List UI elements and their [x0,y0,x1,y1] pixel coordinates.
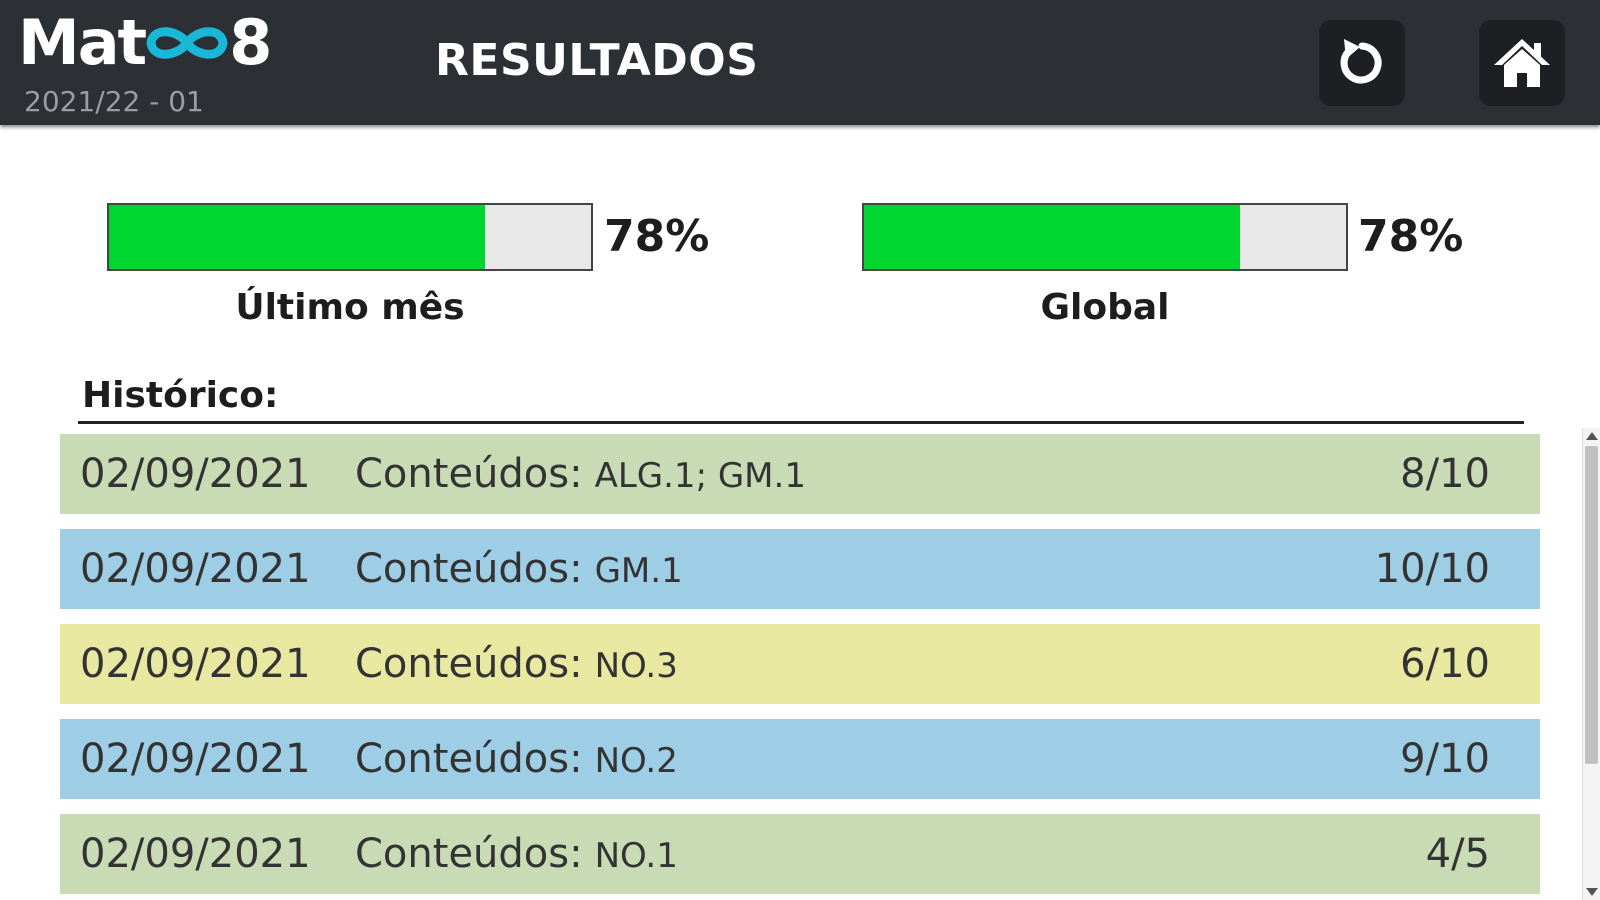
row-score: 6/10 [1400,641,1490,687]
page-title: RESULTADOS [435,35,759,86]
history-divider [78,421,1524,424]
row-content: Conteúdos: NO.2 [355,736,678,782]
row-date: 02/09/2021 [80,641,311,687]
row-content-label: Conteúdos: [355,831,583,877]
scroll-up-arrow-icon[interactable] [1586,432,1598,440]
row-content-label: Conteúdos: [355,546,583,592]
row-score: 4/5 [1425,831,1490,877]
scroll-down-arrow-icon[interactable] [1586,888,1598,896]
row-score: 10/10 [1374,546,1490,592]
logo-text-right: 8 [229,6,272,79]
app-header: Mat 8 2021/22 - 01 RESULTADOS [0,0,1600,125]
history-list[interactable]: 02/09/2021 Conteúdos: ALG.1; GM.1 8/10 02… [60,434,1540,900]
history-row[interactable]: 02/09/2021 Conteúdos: NO.3 6/10 [60,624,1540,704]
global-label: Global [1040,287,1170,328]
row-date: 02/09/2021 [80,546,311,592]
last-month-percent: 78% [604,211,710,262]
refresh-button[interactable] [1319,20,1405,106]
row-date: 02/09/2021 [80,736,311,782]
home-button[interactable] [1479,20,1565,106]
row-content: Conteúdos: NO.1 [355,831,678,877]
row-content-value: GM.1 [594,551,683,591]
row-content-value: NO.3 [594,646,678,686]
home-icon [1492,35,1552,91]
row-content: Conteúdos: ALG.1; GM.1 [355,451,806,497]
row-content-value: NO.1 [594,836,678,876]
row-date: 02/09/2021 [80,831,311,877]
logo-text-left: Mat [18,6,147,79]
row-content-label: Conteúdos: [355,451,583,497]
history-row[interactable]: 02/09/2021 Conteúdos: ALG.1; GM.1 8/10 [60,434,1540,514]
app-logo: Mat 8 [18,6,272,79]
history-scrollbar[interactable] [1582,428,1600,900]
scrollbar-thumb[interactable] [1585,446,1598,764]
history-row[interactable]: 02/09/2021 Conteúdos: GM.1 10/10 [60,529,1540,609]
last-month-progress-bar [107,203,593,271]
infinity-icon [143,21,231,65]
row-content-value: ALG.1; GM.1 [594,456,806,496]
global-progress-bar [862,203,1348,271]
history-row[interactable]: 02/09/2021 Conteúdos: NO.2 9/10 [60,719,1540,799]
row-content: Conteúdos: NO.3 [355,641,678,687]
school-year: 2021/22 - 01 [24,85,204,118]
row-score: 9/10 [1400,736,1490,782]
history-row[interactable]: 02/09/2021 Conteúdos: NO.1 4/5 [60,814,1540,894]
last-month-progress-fill [109,205,485,269]
row-content: Conteúdos: GM.1 [355,546,683,592]
global-progress-fill [864,205,1240,269]
row-score: 8/10 [1400,451,1490,497]
last-month-label: Último mês [235,287,465,328]
row-date: 02/09/2021 [80,451,311,497]
row-content-value: NO.2 [594,741,678,781]
row-content-label: Conteúdos: [355,736,583,782]
refresh-icon [1334,35,1390,91]
row-content-label: Conteúdos: [355,641,583,687]
global-percent: 78% [1358,211,1464,262]
history-title: Histórico: [82,375,279,416]
